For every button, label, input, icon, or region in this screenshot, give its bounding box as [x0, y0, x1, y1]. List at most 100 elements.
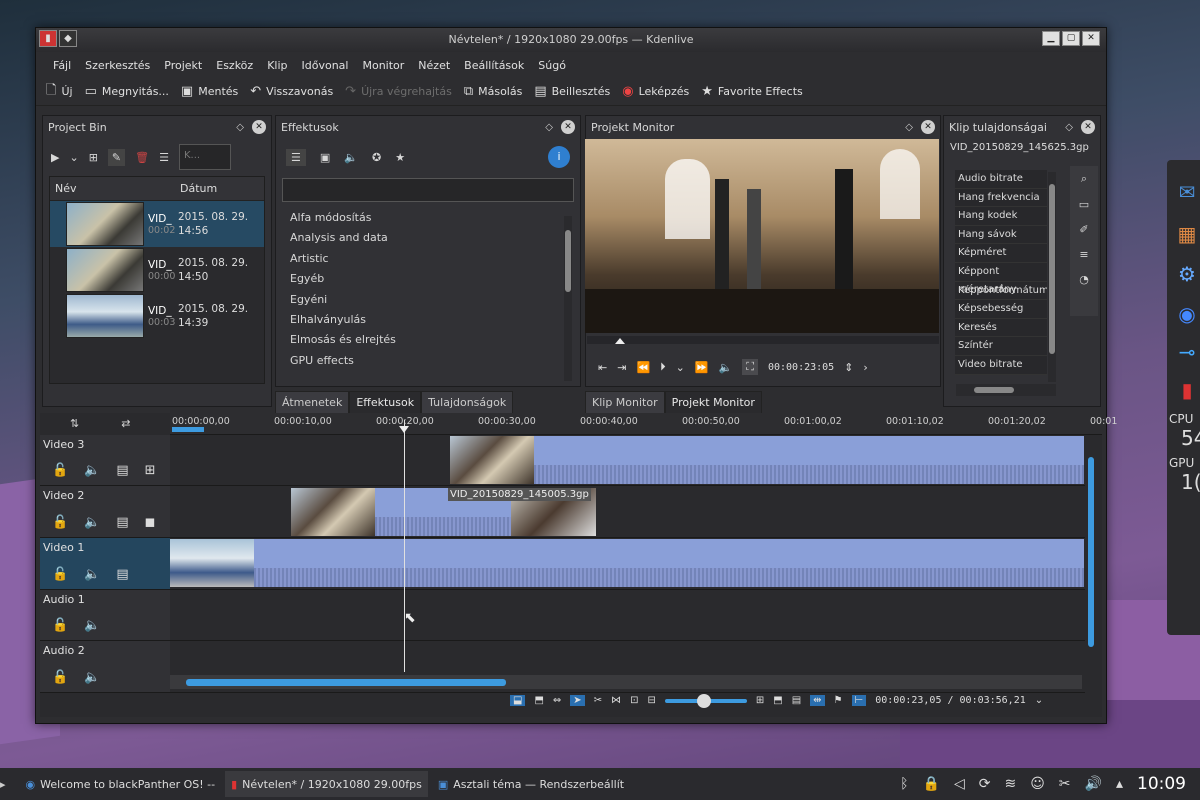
track-header[interactable]: Audio 1 🔓 🔈: [40, 590, 170, 640]
close-icon[interactable]: ✕: [921, 120, 935, 134]
favorite-icon[interactable]: ★: [395, 151, 405, 164]
render-button[interactable]: ◉ Leképzés: [622, 84, 689, 99]
lock-icon[interactable]: 🔓: [52, 567, 68, 582]
float-icon[interactable]: ◇: [905, 122, 913, 133]
tab-clip-monitor[interactable]: Klip Monitor: [585, 391, 665, 414]
track-header[interactable]: Video 1 🔓 🔈 ▤: [40, 538, 170, 589]
menu-clip[interactable]: Klip: [260, 59, 294, 72]
list-icon[interactable]: ☰: [286, 148, 306, 166]
effect-category[interactable]: Analysis and data: [276, 228, 580, 248]
property-item[interactable]: Képpont méretarány: [955, 262, 1047, 295]
add-folder-icon[interactable]: ⊞: [89, 151, 98, 164]
mute-icon[interactable]: 🔈: [84, 618, 100, 633]
tab-transitions[interactable]: Átmenetek: [275, 391, 350, 414]
toggle-icon[interactable]: ⊸: [1167, 340, 1200, 364]
add-clip-icon[interactable]: ▶︎: [51, 151, 59, 164]
zoom-out-icon[interactable]: ⊟: [647, 695, 655, 706]
audio-thumbs-icon[interactable]: ⇹: [810, 695, 825, 706]
timeline-hscrollbar[interactable]: [170, 675, 1082, 689]
maximize-button[interactable]: ▢: [1062, 31, 1080, 46]
mute-icon[interactable]: 🔈: [84, 515, 100, 530]
effect-category[interactable]: Alfa módosítás: [276, 208, 580, 228]
audio-effects-icon[interactable]: 🔈: [344, 151, 358, 164]
composite-icon[interactable]: ◼: [145, 515, 156, 530]
properties-scrollbar[interactable]: [1048, 172, 1056, 382]
property-item[interactable]: Képsebesség: [955, 300, 1047, 319]
minimize-button[interactable]: ▁: [1042, 31, 1060, 46]
lock-icon[interactable]: 🔓: [52, 463, 68, 478]
mute-icon[interactable]: 🔈: [84, 567, 100, 582]
ear-icon[interactable]: ◔: [1079, 273, 1089, 286]
effects-search-input[interactable]: [282, 178, 574, 202]
composite-icon[interactable]: ⊞: [145, 463, 156, 478]
volume-icon[interactable]: 🔊: [1085, 776, 1102, 792]
float-icon[interactable]: ◇: [236, 122, 244, 133]
bin-row[interactable]: VID_ 00:03 2015. 08. 29. 14:39: [50, 293, 264, 339]
video-effects-icon[interactable]: ▣: [320, 151, 330, 164]
undo-button[interactable]: ↶ Visszavonás: [250, 84, 333, 99]
list-icon[interactable]: ≡: [1079, 248, 1088, 261]
effect-category[interactable]: Egyéni: [276, 290, 580, 310]
properties-hscrollbar[interactable]: [956, 384, 1056, 396]
track-header[interactable]: Video 2 🔓 🔈 ▤ ◼: [40, 486, 170, 537]
bin-row[interactable]: VID_ 00:02 2015. 08. 29. 14:56: [50, 201, 264, 247]
delete-icon[interactable]: 🗑: [135, 151, 149, 164]
title-bar[interactable]: ▮ ◆ Névtelen* / 1920x1080 29.00fps — Kden…: [36, 28, 1106, 52]
timeline-clip[interactable]: [450, 436, 1084, 484]
razor-icon[interactable]: ✂: [594, 695, 602, 706]
zoom-slider[interactable]: [664, 693, 747, 708]
chevron-right-icon[interactable]: ›: [863, 361, 867, 374]
open-button[interactable]: ▭ Megnyitás...: [85, 84, 169, 99]
track-header[interactable]: Video 3 🔓 🔈 ▤ ⊞: [40, 435, 170, 485]
property-item[interactable]: Képpontformátum: [955, 281, 1047, 301]
close-icon[interactable]: ✕: [561, 120, 575, 134]
float-icon[interactable]: ◇: [545, 122, 553, 133]
volume-icon[interactable]: 🔈: [719, 361, 733, 374]
new-button[interactable]: 🗋 Új: [46, 81, 73, 103]
timeline-clip[interactable]: [170, 539, 1084, 587]
task-browser[interactable]: ◉ Welcome to blackPanther OS! --: [20, 771, 222, 797]
column-date[interactable]: Dátum: [175, 182, 217, 195]
video-thumbs-icon[interactable]: ▤: [792, 695, 801, 706]
network-icon[interactable]: ⚙: [1167, 262, 1200, 286]
task-kdenlive[interactable]: ▮ Névtelen* / 1920x1080 29.00fps: [225, 771, 428, 797]
menu-project[interactable]: Projekt: [157, 59, 209, 72]
zoom-icon[interactable]: ⌕: [1081, 172, 1087, 186]
chevron-down-icon[interactable]: ⌄: [676, 361, 685, 374]
tab-effects[interactable]: Effektusok: [349, 391, 422, 414]
menu-file[interactable]: Fájl: [46, 59, 78, 72]
property-item[interactable]: Hang kodek: [955, 207, 1047, 226]
property-item[interactable]: Képméret: [955, 244, 1047, 263]
browser-icon[interactable]: ◉: [1167, 302, 1200, 326]
menu-view[interactable]: Nézet: [411, 59, 457, 72]
rewind-icon[interactable]: ⏪: [636, 361, 650, 374]
select-tool-icon[interactable]: ➤: [570, 695, 585, 706]
expand-tray-icon[interactable]: ▴: [1116, 776, 1123, 792]
timeline-vscrollbar[interactable]: [1087, 453, 1095, 693]
playhead-marker[interactable]: [399, 426, 409, 433]
timeline-ruler[interactable]: 00:00:00,00 00:00:10,00 00:00:20,00 00:0…: [170, 413, 1117, 435]
property-item[interactable]: Video bitrate: [955, 355, 1047, 375]
zone-in-icon[interactable]: ⇤: [598, 361, 607, 374]
monitor-timecode[interactable]: 00:00:23:05: [768, 362, 834, 373]
zoom-in-icon[interactable]: ⊞: [756, 695, 764, 706]
kdenlive-dock-icon[interactable]: ▮: [1167, 378, 1200, 402]
menu-help[interactable]: Súgó: [531, 59, 573, 72]
play-icon[interactable]: ⏵: [660, 360, 666, 374]
launcher-icon[interactable]: ▸: [0, 778, 6, 791]
close-button[interactable]: ✕: [1082, 31, 1100, 46]
wifi-icon[interactable]: ≋: [1004, 776, 1016, 792]
thumbnails-icon[interactable]: ⬒: [773, 695, 782, 706]
timeline-playhead[interactable]: [404, 420, 405, 672]
split-track-icon[interactable]: ⇅: [70, 417, 79, 430]
spinner-icon[interactable]: ⇕: [844, 361, 853, 374]
video-icon[interactable]: ▤: [116, 463, 128, 478]
crop-icon[interactable]: ▭: [1079, 198, 1089, 211]
favorite-effects-button[interactable]: ★ Favorite Effects: [701, 84, 803, 99]
monitor-video-frame[interactable]: [585, 139, 939, 333]
effect-category[interactable]: Elmosás és elrejtés: [276, 330, 580, 350]
speaker-back-icon[interactable]: ◁: [954, 776, 965, 792]
mute-icon[interactable]: 🔈: [84, 463, 100, 478]
track-header[interactable]: Audio 2 🔓 🔈: [40, 641, 170, 692]
effect-category[interactable]: GPU effects: [276, 351, 580, 371]
